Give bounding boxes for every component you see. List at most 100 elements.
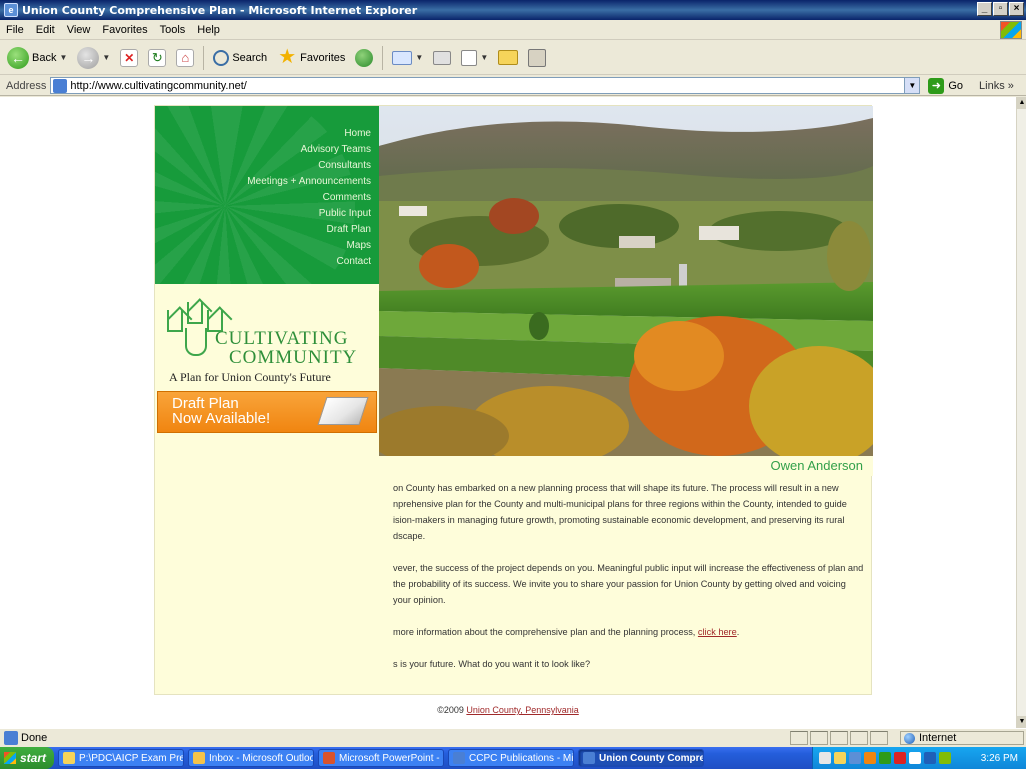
taskbar-item-powerpoint[interactable]: Microsoft PowerPoint - [... bbox=[318, 749, 444, 767]
nav-link-advisory-teams[interactable]: Advisory Teams bbox=[301, 144, 371, 155]
windows-flag-icon bbox=[1000, 21, 1022, 39]
links-button[interactable]: Links » bbox=[979, 80, 1014, 92]
intro-paragraph-2: vever, the success of the project depend… bbox=[393, 563, 864, 605]
ie-logo-icon: e bbox=[4, 3, 18, 17]
print-button[interactable] bbox=[430, 49, 454, 67]
media-button[interactable] bbox=[525, 47, 549, 69]
logo-tagline: A Plan for Union County's Future bbox=[169, 370, 331, 384]
nav-item-comments[interactable]: Comments bbox=[247, 190, 371, 206]
menu-view[interactable]: View bbox=[61, 24, 97, 36]
start-button[interactable]: start bbox=[0, 747, 54, 769]
folder-icon bbox=[498, 50, 519, 65]
security-zone: Internet bbox=[900, 731, 1024, 745]
banner-line-2: Now Available! bbox=[172, 410, 271, 427]
search-button[interactable]: Search bbox=[210, 48, 270, 68]
tray-icon[interactable] bbox=[939, 752, 951, 764]
photo-caption-bar: Owen Anderson bbox=[379, 456, 873, 476]
windows-flag-icon bbox=[4, 752, 16, 764]
hero-landscape-photo bbox=[379, 106, 873, 456]
home-icon: ⌂ bbox=[176, 48, 195, 67]
taskbar-item-outlook[interactable]: Inbox - Microsoft Outlook bbox=[188, 749, 314, 767]
nav-item-meetings[interactable]: Meetings + Announcements bbox=[247, 174, 371, 190]
zone-label: Internet bbox=[919, 732, 957, 744]
nav-item-public-input[interactable]: Public Input bbox=[247, 206, 371, 222]
nav-item-contact[interactable]: Contact bbox=[247, 254, 371, 270]
menu-edit[interactable]: Edit bbox=[30, 24, 61, 36]
tray-icon[interactable] bbox=[819, 752, 831, 764]
url-input[interactable] bbox=[70, 79, 901, 92]
site-footer: ©2009 Union County, Pennsylvania bbox=[0, 705, 1016, 715]
favorites-button[interactable]: ★ Favorites bbox=[274, 45, 348, 71]
stop-icon: ✕ bbox=[120, 48, 139, 67]
nav-link-comments[interactable]: Comments bbox=[323, 192, 371, 203]
menu-favorites[interactable]: Favorites bbox=[96, 24, 153, 36]
clock[interactable]: 3:26 PM bbox=[981, 753, 1018, 764]
taskbar-item-union-county[interactable]: Union County Compre... bbox=[578, 749, 704, 767]
address-field[interactable]: ▼ bbox=[50, 77, 921, 94]
chevron-down-icon: ▼ bbox=[102, 53, 111, 62]
taskbar-item-label: CCPC Publications - Micr... bbox=[469, 752, 574, 764]
nav-link-draft-plan[interactable]: Draft Plan bbox=[327, 224, 371, 235]
scroll-up-arrow-icon[interactable]: ▲ bbox=[1017, 97, 1026, 109]
nav-link-meetings[interactable]: Meetings + Announcements bbox=[247, 176, 371, 187]
edit-button[interactable]: ▼ bbox=[458, 48, 491, 68]
back-label: Back bbox=[32, 51, 57, 64]
open-book-icon bbox=[317, 397, 369, 425]
taskbar-item-ccpc[interactable]: CCPC Publications - Micr... bbox=[448, 749, 574, 767]
nav-item-home[interactable]: Home bbox=[247, 126, 371, 142]
tray-icon[interactable] bbox=[924, 752, 936, 764]
nav-link-maps[interactable]: Maps bbox=[347, 240, 371, 251]
taskbar-item-label: Union County Compre... bbox=[599, 752, 704, 764]
refresh-button[interactable]: ↻ bbox=[145, 47, 169, 69]
outlook-icon bbox=[193, 752, 205, 764]
site-container: Home Advisory Teams Consultants Meetings… bbox=[154, 105, 873, 695]
click-here-link[interactable]: click here bbox=[698, 627, 737, 637]
tray-icon[interactable] bbox=[879, 752, 891, 764]
draft-plan-banner[interactable]: Draft Plan Now Available! bbox=[157, 391, 377, 433]
union-county-link[interactable]: Union County, Pennsylvania bbox=[466, 705, 578, 715]
stop-button[interactable]: ✕ bbox=[117, 47, 141, 69]
go-label: Go bbox=[948, 79, 964, 92]
nav-link-public-input[interactable]: Public Input bbox=[319, 208, 371, 219]
nav-link-contact[interactable]: Contact bbox=[337, 256, 371, 267]
history-button[interactable] bbox=[352, 47, 376, 69]
tray-icon[interactable] bbox=[864, 752, 876, 764]
nav-item-maps[interactable]: Maps bbox=[247, 238, 371, 254]
nav-link-consultants[interactable]: Consultants bbox=[318, 160, 371, 171]
photo-credit: Owen Anderson bbox=[770, 458, 863, 473]
printer-icon bbox=[433, 50, 452, 65]
minimize-button[interactable]: _ bbox=[977, 2, 992, 16]
forward-button[interactable]: → ▼ bbox=[74, 45, 113, 71]
tray-icon[interactable] bbox=[894, 752, 906, 764]
nav-item-draft-plan[interactable]: Draft Plan bbox=[247, 222, 371, 238]
tray-icon[interactable] bbox=[909, 752, 921, 764]
back-button[interactable]: ← Back ▼ bbox=[4, 45, 70, 71]
chevron-down-icon: ▼ bbox=[480, 53, 489, 62]
go-button[interactable]: ➜ Go bbox=[928, 77, 964, 94]
address-dropdown-button[interactable]: ▼ bbox=[904, 78, 920, 93]
close-button[interactable]: × bbox=[1009, 2, 1024, 16]
folder-icon bbox=[63, 752, 75, 764]
window-titlebar[interactable]: e Union County Comprehensive Plan - Micr… bbox=[0, 0, 1026, 20]
windows-taskbar: start P:\PDC\AICP Exam Prep\... Inbox - … bbox=[0, 747, 1026, 769]
restore-button[interactable]: ▫ bbox=[993, 2, 1008, 16]
nav-item-consultants[interactable]: Consultants bbox=[247, 158, 371, 174]
taskbar-item-folder[interactable]: P:\PDC\AICP Exam Prep\... bbox=[58, 749, 184, 767]
menu-tools[interactable]: Tools bbox=[154, 24, 192, 36]
folder-button[interactable] bbox=[495, 48, 521, 67]
nav-item-advisory-teams[interactable]: Advisory Teams bbox=[247, 142, 371, 158]
nav-link-home[interactable]: Home bbox=[344, 128, 371, 139]
favorites-label: Favorites bbox=[300, 51, 346, 64]
site-logo[interactable]: CULTIVATING COMMUNITY A Plan for Union C… bbox=[155, 284, 379, 389]
tray-icon[interactable] bbox=[849, 752, 861, 764]
address-bar: Address ▼ ➜ Go Links » bbox=[0, 76, 1026, 96]
scroll-down-arrow-icon[interactable]: ▼ bbox=[1017, 716, 1026, 728]
menu-file[interactable]: File bbox=[0, 24, 30, 36]
status-bar: Done Internet bbox=[0, 728, 1026, 746]
home-button[interactable]: ⌂ bbox=[173, 47, 197, 69]
intro-text: on County has embarked on a new planning… bbox=[379, 480, 869, 688]
menu-help[interactable]: Help bbox=[191, 24, 226, 36]
vertical-scrollbar[interactable]: ▲ ▼ bbox=[1016, 97, 1026, 728]
mail-button[interactable]: ▼ bbox=[389, 49, 426, 67]
tray-icon[interactable] bbox=[834, 752, 846, 764]
